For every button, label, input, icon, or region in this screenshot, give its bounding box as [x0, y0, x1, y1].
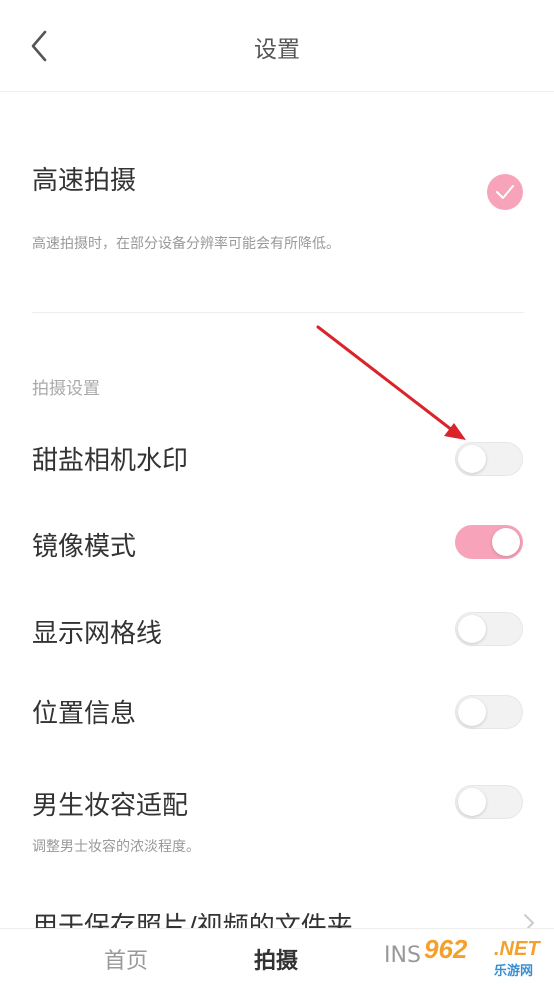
high-speed-label: 高速拍摄 [32, 166, 137, 196]
setting-label-male-makeup: 男生妆容适配 [32, 791, 189, 821]
checkmark-icon [496, 185, 514, 199]
toggle-knob [458, 788, 486, 816]
header-bar: 设置 [0, 0, 554, 92]
setting-label-location: 位置信息 [32, 699, 137, 729]
high-speed-checkbox[interactable] [487, 174, 523, 210]
toggle-watermark[interactable] [455, 442, 523, 476]
toggle-knob [458, 698, 486, 726]
tab-shoot[interactable]: 拍摄 [254, 943, 298, 975]
toggle-location[interactable] [455, 695, 523, 729]
toggle-knob [492, 528, 520, 556]
tab-ins[interactable]: INS [384, 943, 421, 968]
setting-label-grid: 显示网格线 [32, 619, 163, 649]
high-speed-description: 高速拍摄时，在部分设备分辨率可能会有所降低。 [32, 236, 340, 252]
toggle-knob [458, 615, 486, 643]
section-title-shooting: 拍摄设置 [32, 379, 100, 399]
setting-label-mirror: 镜像模式 [32, 532, 137, 562]
tab-home[interactable]: 首页 [104, 943, 148, 975]
watermark-number: 962 [424, 934, 468, 964]
toggle-mirror[interactable] [455, 525, 523, 559]
toggle-grid[interactable] [455, 612, 523, 646]
site-watermark-logo: 962 .NET 乐游网 [418, 932, 550, 980]
setting-label-watermark: 甜盐相机水印 [32, 446, 189, 476]
watermark-cn: 乐游网 [494, 964, 534, 979]
male-makeup-description: 调整男士妆容的浓淡程度。 [32, 839, 200, 855]
divider [32, 312, 524, 313]
watermark-domain: .NET [494, 938, 540, 960]
toggle-male-makeup[interactable] [455, 785, 523, 819]
page-title: 设置 [254, 37, 300, 63]
toggle-knob [458, 445, 486, 473]
